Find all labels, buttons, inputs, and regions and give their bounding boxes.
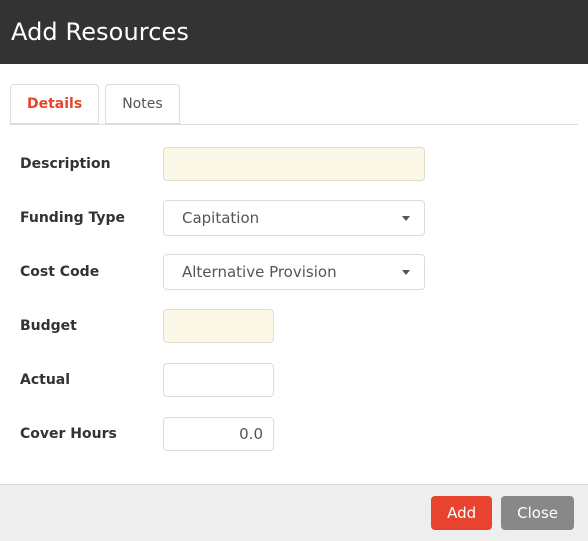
budget-input[interactable]	[163, 309, 274, 343]
resource-form: Description Funding Type Capitation Cost…	[0, 125, 588, 461]
close-button[interactable]: Close	[501, 496, 574, 530]
form-row-funding-type: Funding Type Capitation	[0, 191, 588, 245]
tab-notes[interactable]: Notes	[105, 84, 180, 124]
funding-type-value: Capitation	[182, 209, 260, 227]
add-resources-dialog: Add Resources Details Notes Description …	[0, 0, 588, 541]
field-wrap-description	[163, 147, 425, 181]
label-actual: Actual	[20, 371, 71, 388]
dialog-footer: Add Close	[0, 484, 588, 541]
dialog-header: Add Resources	[0, 0, 588, 64]
label-budget: Budget	[20, 317, 77, 334]
label-funding-type: Funding Type	[20, 209, 126, 226]
tab-details[interactable]: Details	[10, 84, 100, 124]
cost-code-select[interactable]: Alternative Provision	[163, 254, 425, 290]
tab-notes-label: Notes	[122, 96, 163, 112]
actual-input[interactable]	[163, 363, 274, 397]
field-wrap-actual	[163, 363, 274, 397]
funding-type-select[interactable]: Capitation	[163, 200, 425, 236]
tab-bar: Details Notes	[10, 84, 578, 125]
form-row-cover-hours: Cover Hours	[0, 407, 588, 461]
label-cover-hours: Cover Hours	[20, 425, 117, 442]
add-button[interactable]: Add	[431, 496, 493, 530]
cost-code-value: Alternative Provision	[182, 263, 337, 281]
field-wrap-budget	[163, 309, 274, 343]
chevron-down-icon	[402, 269, 410, 275]
chevron-down-icon	[402, 215, 410, 221]
page-title: Add Resources	[11, 18, 189, 46]
tab-details-label: Details	[27, 96, 83, 112]
label-cost-code: Cost Code	[20, 263, 100, 280]
field-wrap-cover-hours	[163, 417, 274, 451]
description-input[interactable]	[163, 147, 425, 181]
form-row-actual: Actual	[0, 353, 588, 407]
form-row-description: Description	[0, 137, 588, 191]
dialog-body: Details Notes Description Funding Type C…	[0, 64, 588, 484]
cover-hours-input[interactable]	[163, 417, 274, 451]
field-wrap-cost-code: Alternative Provision	[163, 254, 425, 290]
field-wrap-funding-type: Capitation	[163, 200, 425, 236]
form-row-budget: Budget	[0, 299, 588, 353]
label-description: Description	[20, 155, 111, 172]
form-row-cost-code: Cost Code Alternative Provision	[0, 245, 588, 299]
